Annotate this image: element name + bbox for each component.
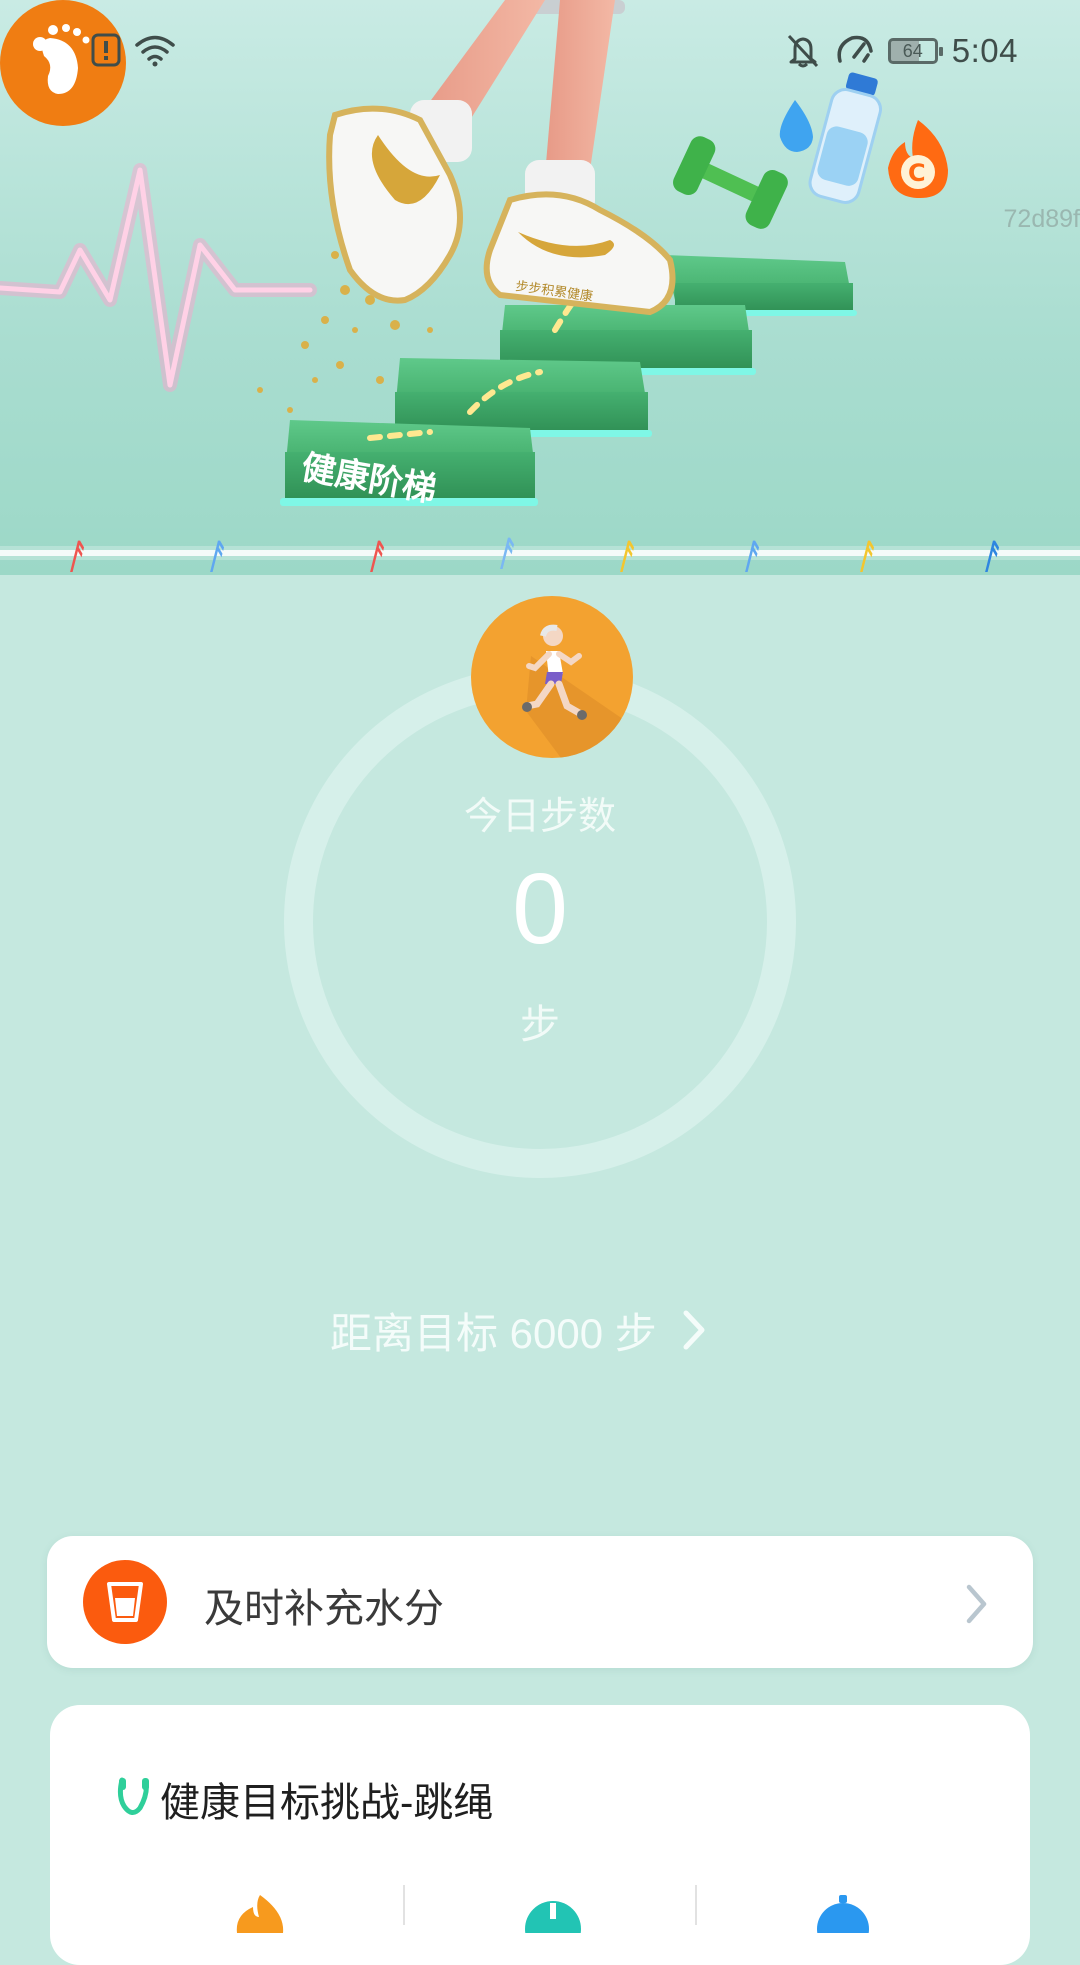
runner-badge xyxy=(471,596,633,758)
water-reminder-card[interactable]: 及时补充水分 xyxy=(47,1536,1033,1668)
status-time: 5:04 xyxy=(951,32,1018,69)
svg-text:ᚨ: ᚨ xyxy=(740,537,760,575)
divider xyxy=(695,1885,697,1925)
right-shoe: 步步积累健康 xyxy=(483,191,676,316)
battery-icon: 64 xyxy=(887,38,943,64)
flame-icon: C xyxy=(888,120,948,198)
today-steps-label: 今日步数 xyxy=(463,796,616,838)
runner-icon xyxy=(522,624,633,758)
jump-rope-challenge-card[interactable]: 健康目标挑战-跳绳 xyxy=(50,1705,1030,1965)
wifi-icon xyxy=(135,35,175,67)
banner-code: 72d89f xyxy=(1003,205,1080,233)
svg-text:C: C xyxy=(908,159,926,187)
divider xyxy=(403,1885,405,1925)
svg-text:ᚨ: ᚨ xyxy=(65,537,85,575)
goal-link[interactable]: 距离目标 6000 步 xyxy=(330,1300,709,1360)
water-reminder-text: 及时补充水分 xyxy=(204,1587,444,1631)
clock-icon xyxy=(525,1901,581,1933)
challenge-title: 健康目标挑战-跳绳 xyxy=(160,1781,494,1825)
jump-rope-icon xyxy=(117,1777,149,1815)
svg-text:ᚨ: ᚨ xyxy=(495,534,515,574)
battery-level: 64 xyxy=(902,40,923,61)
svg-text:ᚨ: ᚨ xyxy=(855,537,875,575)
svg-text:ᚨ: ᚨ xyxy=(980,537,1000,575)
status-bar: 64 5:04 xyxy=(0,0,1080,126)
challenge-header: 健康目标挑战-跳绳 xyxy=(114,1770,493,1828)
chevron-right-icon xyxy=(683,1310,705,1350)
dumbbell-icon xyxy=(673,136,788,229)
flame-icon xyxy=(236,1895,284,1933)
timer-icon xyxy=(817,1895,869,1933)
bell-off-icon xyxy=(787,34,818,68)
svg-text:ᚨ: ᚨ xyxy=(365,537,385,575)
cup-icon xyxy=(107,1582,143,1622)
svg-text:ᚨ: ᚨ xyxy=(205,537,225,575)
svg-text:ᚨ: ᚨ xyxy=(615,537,635,575)
speed-icon xyxy=(837,35,873,63)
water-cup-badge xyxy=(83,1560,167,1644)
alert-icon xyxy=(91,33,121,67)
chevron-right-icon xyxy=(966,1584,987,1624)
goal-text: 距离目标 6000 步 xyxy=(330,1309,657,1357)
today-steps-value: 0 xyxy=(512,853,568,965)
today-steps-unit: 步 xyxy=(520,1003,560,1047)
